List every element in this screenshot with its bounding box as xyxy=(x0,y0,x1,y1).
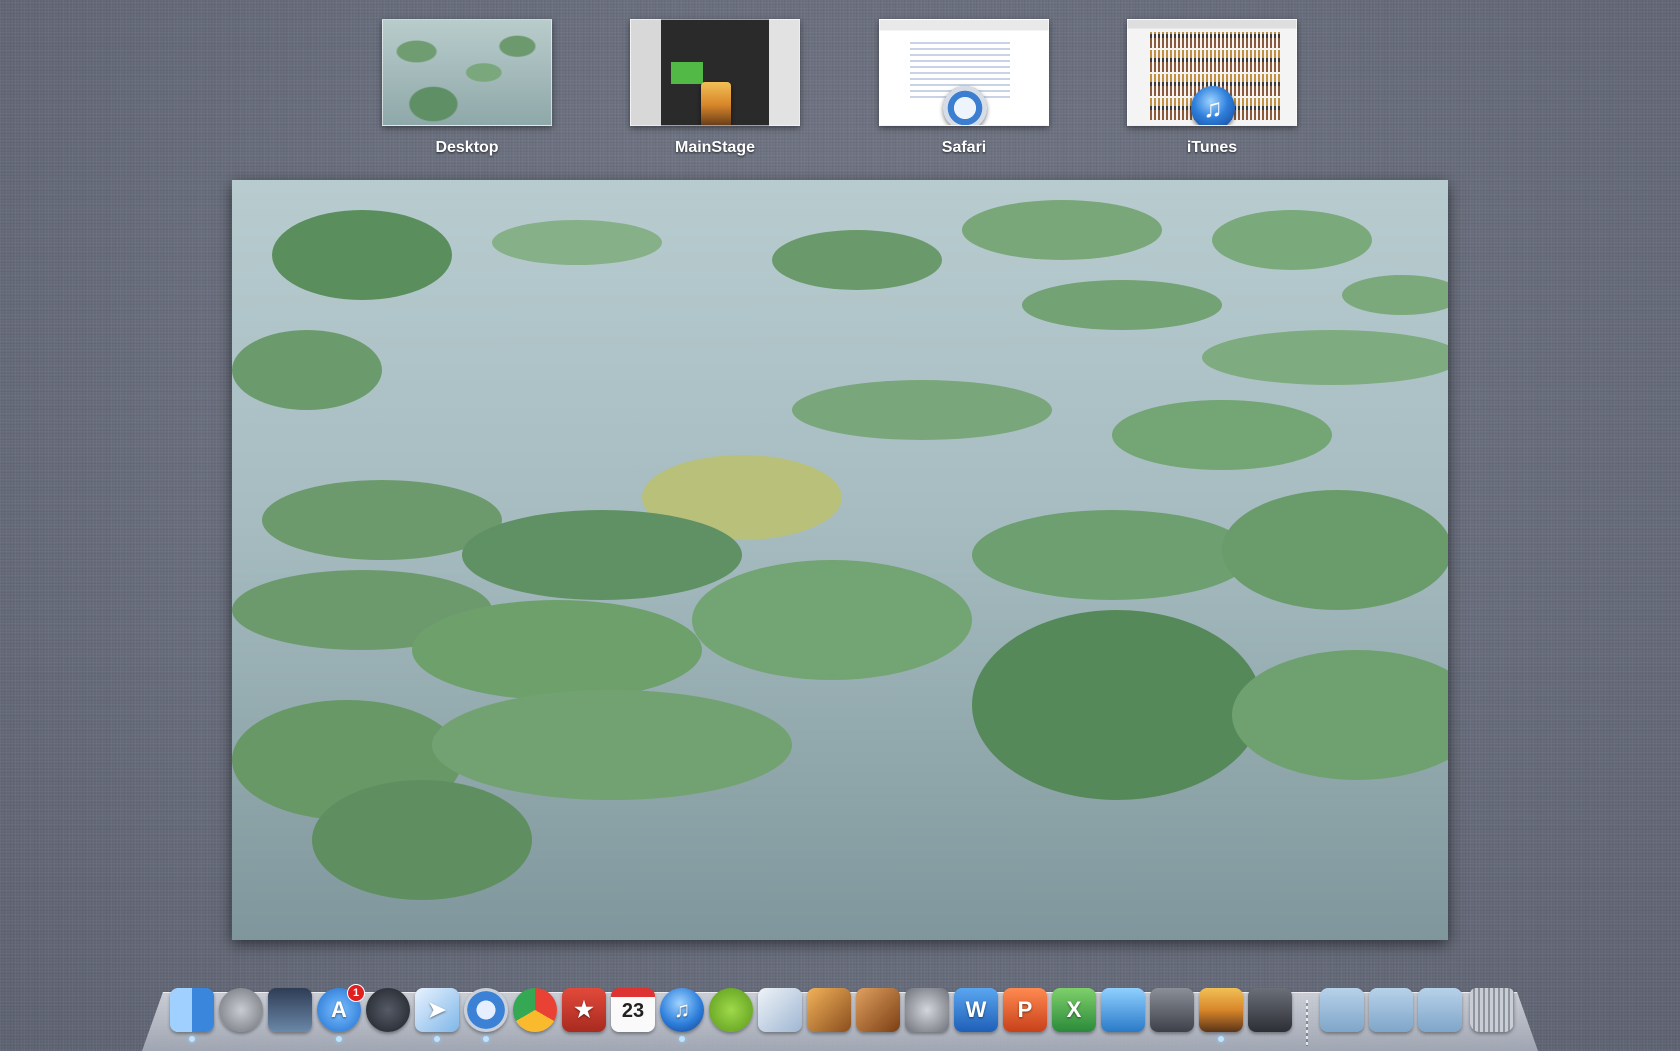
chrome-icon[interactable] xyxy=(513,988,557,1032)
calendar-icon[interactable]: 23 xyxy=(611,988,655,1032)
mainstage-icon xyxy=(701,82,731,125)
space-label: MainStage xyxy=(674,139,755,156)
safari-icon[interactable] xyxy=(464,988,508,1042)
mainstage-icon[interactable] xyxy=(1199,988,1243,1042)
space-itunes[interactable]: ♫ iTunes xyxy=(1127,19,1297,157)
space-safari[interactable]: Safari xyxy=(879,19,1049,157)
mission-control-icon[interactable] xyxy=(268,988,312,1032)
downloads-folder-icon[interactable] xyxy=(1369,988,1413,1032)
powerpoint-icon[interactable]: P xyxy=(1003,988,1047,1032)
excel-icon[interactable]: X xyxy=(1052,988,1096,1032)
space-mainstage[interactable]: MainStage xyxy=(630,19,800,157)
notification-badge: 1 xyxy=(347,984,365,1002)
iphoto-icon[interactable] xyxy=(807,988,851,1032)
spaces-bar: Desktop MainStage Safari ♫ iTunes xyxy=(0,0,1680,170)
space-label: Safari xyxy=(941,139,987,156)
trash-icon[interactable] xyxy=(1470,988,1514,1032)
space-label: iTunes xyxy=(1186,139,1238,156)
rocket-icon[interactable] xyxy=(219,988,263,1032)
space-desktop[interactable]: Desktop xyxy=(382,19,552,157)
itunes-window-thumbnail[interactable]: ♫ xyxy=(1127,19,1297,126)
itunes-note-icon: ♫ xyxy=(1191,86,1235,125)
mail-icon[interactable]: ➤ xyxy=(415,988,459,1042)
mainstage-window-thumbnail[interactable] xyxy=(630,19,800,126)
spotify-icon[interactable] xyxy=(709,988,753,1032)
itunes-icon[interactable]: ♫ xyxy=(660,988,704,1042)
disk-utility-icon[interactable] xyxy=(1248,988,1292,1032)
desktop-thumbnail[interactable] xyxy=(382,19,552,126)
dashboard-icon[interactable] xyxy=(366,988,410,1032)
applications-folder-icon[interactable] xyxy=(1320,988,1364,1032)
finder-icon[interactable] xyxy=(170,988,214,1042)
safari-window-thumbnail[interactable] xyxy=(879,19,1049,126)
calendar-day: 23 xyxy=(621,1000,645,1022)
facetime-icon[interactable] xyxy=(1150,988,1194,1032)
desktop-preview[interactable] xyxy=(232,180,1448,940)
messenger-icon[interactable] xyxy=(1101,988,1145,1032)
space-label: Desktop xyxy=(435,139,499,156)
wunderlist-icon[interactable]: ★ xyxy=(562,988,606,1032)
preview-icon[interactable] xyxy=(758,988,802,1032)
dock-items: A1 ➤ ★ 23 ♫ W P X xyxy=(170,984,1514,1044)
system-preferences-icon[interactable] xyxy=(905,988,949,1032)
app-store-icon[interactable]: A1 xyxy=(317,984,365,1042)
documents-folder-icon[interactable] xyxy=(1418,988,1462,1032)
word-icon[interactable]: W xyxy=(954,988,998,1032)
safari-compass-icon xyxy=(943,86,987,125)
dock-separator xyxy=(1306,1000,1308,1046)
garageband-icon[interactable] xyxy=(856,988,900,1032)
